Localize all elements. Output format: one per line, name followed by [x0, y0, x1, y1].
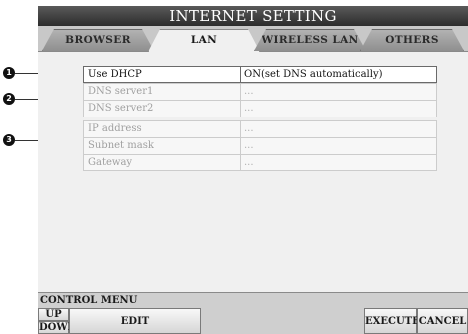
- control-menu-bar: UP DOWN EDIT EXECUTE CANCEL: [38, 308, 468, 334]
- tab-strip: BROWSER LAN WIRELESS LAN OTHERS: [38, 26, 468, 52]
- setting-value: ...: [244, 123, 254, 134]
- setting-row-gateway[interactable]: Gateway ...: [83, 154, 437, 171]
- setting-label: DNS server2: [88, 103, 154, 114]
- setting-value: ...: [244, 140, 254, 151]
- setting-value: ...: [244, 103, 254, 114]
- setting-row-subnet-mask[interactable]: Subnet mask ...: [83, 137, 437, 154]
- setting-label: IP address: [88, 123, 142, 134]
- down-button[interactable]: DOWN: [38, 321, 77, 334]
- tab-browser[interactable]: BROWSER: [42, 29, 154, 51]
- execute-button[interactable]: EXECUTE: [364, 308, 420, 334]
- setting-row-dns-server2[interactable]: DNS server2 ...: [83, 100, 437, 117]
- control-menu-label: CONTROL MENU: [38, 292, 468, 308]
- row-divider: [240, 121, 241, 137]
- lan-settings-list: Use DHCP ON(set DNS automatically) DNS s…: [83, 66, 437, 171]
- row-divider: [240, 84, 241, 100]
- row-divider: [240, 101, 241, 117]
- cancel-button[interactable]: CANCEL: [417, 308, 468, 334]
- window-title: INTERNET SETTING: [38, 6, 468, 26]
- setting-value: ...: [244, 157, 254, 168]
- callout-1-icon: 1: [3, 67, 15, 79]
- callout-3-icon: 3: [3, 134, 15, 146]
- tab-wireless-lan[interactable]: WIRELESS LAN: [254, 29, 366, 51]
- tab-lan[interactable]: LAN: [148, 29, 260, 52]
- row-divider: [240, 67, 241, 82]
- setting-label: DNS server1: [88, 86, 154, 97]
- row-divider: [240, 155, 241, 170]
- setting-label: Gateway: [88, 157, 133, 168]
- setting-row-use-dhcp[interactable]: Use DHCP ON(set DNS automatically): [83, 66, 437, 83]
- edit-button[interactable]: EDIT: [69, 308, 201, 334]
- internet-setting-screen: INTERNET SETTING BROWSER LAN WIRELESS LA…: [38, 6, 468, 334]
- setting-value: ON(set DNS automatically): [244, 69, 383, 80]
- setting-row-dns-server1[interactable]: DNS server1 ...: [83, 83, 437, 100]
- setting-row-ip-address[interactable]: IP address ...: [83, 120, 437, 137]
- tab-others[interactable]: OTHERS: [360, 29, 464, 51]
- setting-label: Subnet mask: [88, 140, 154, 151]
- setting-label: Use DHCP: [88, 69, 142, 80]
- callout-2-icon: 2: [3, 93, 15, 105]
- up-button[interactable]: UP: [38, 308, 69, 321]
- setting-value: ...: [244, 86, 254, 97]
- row-divider: [240, 138, 241, 154]
